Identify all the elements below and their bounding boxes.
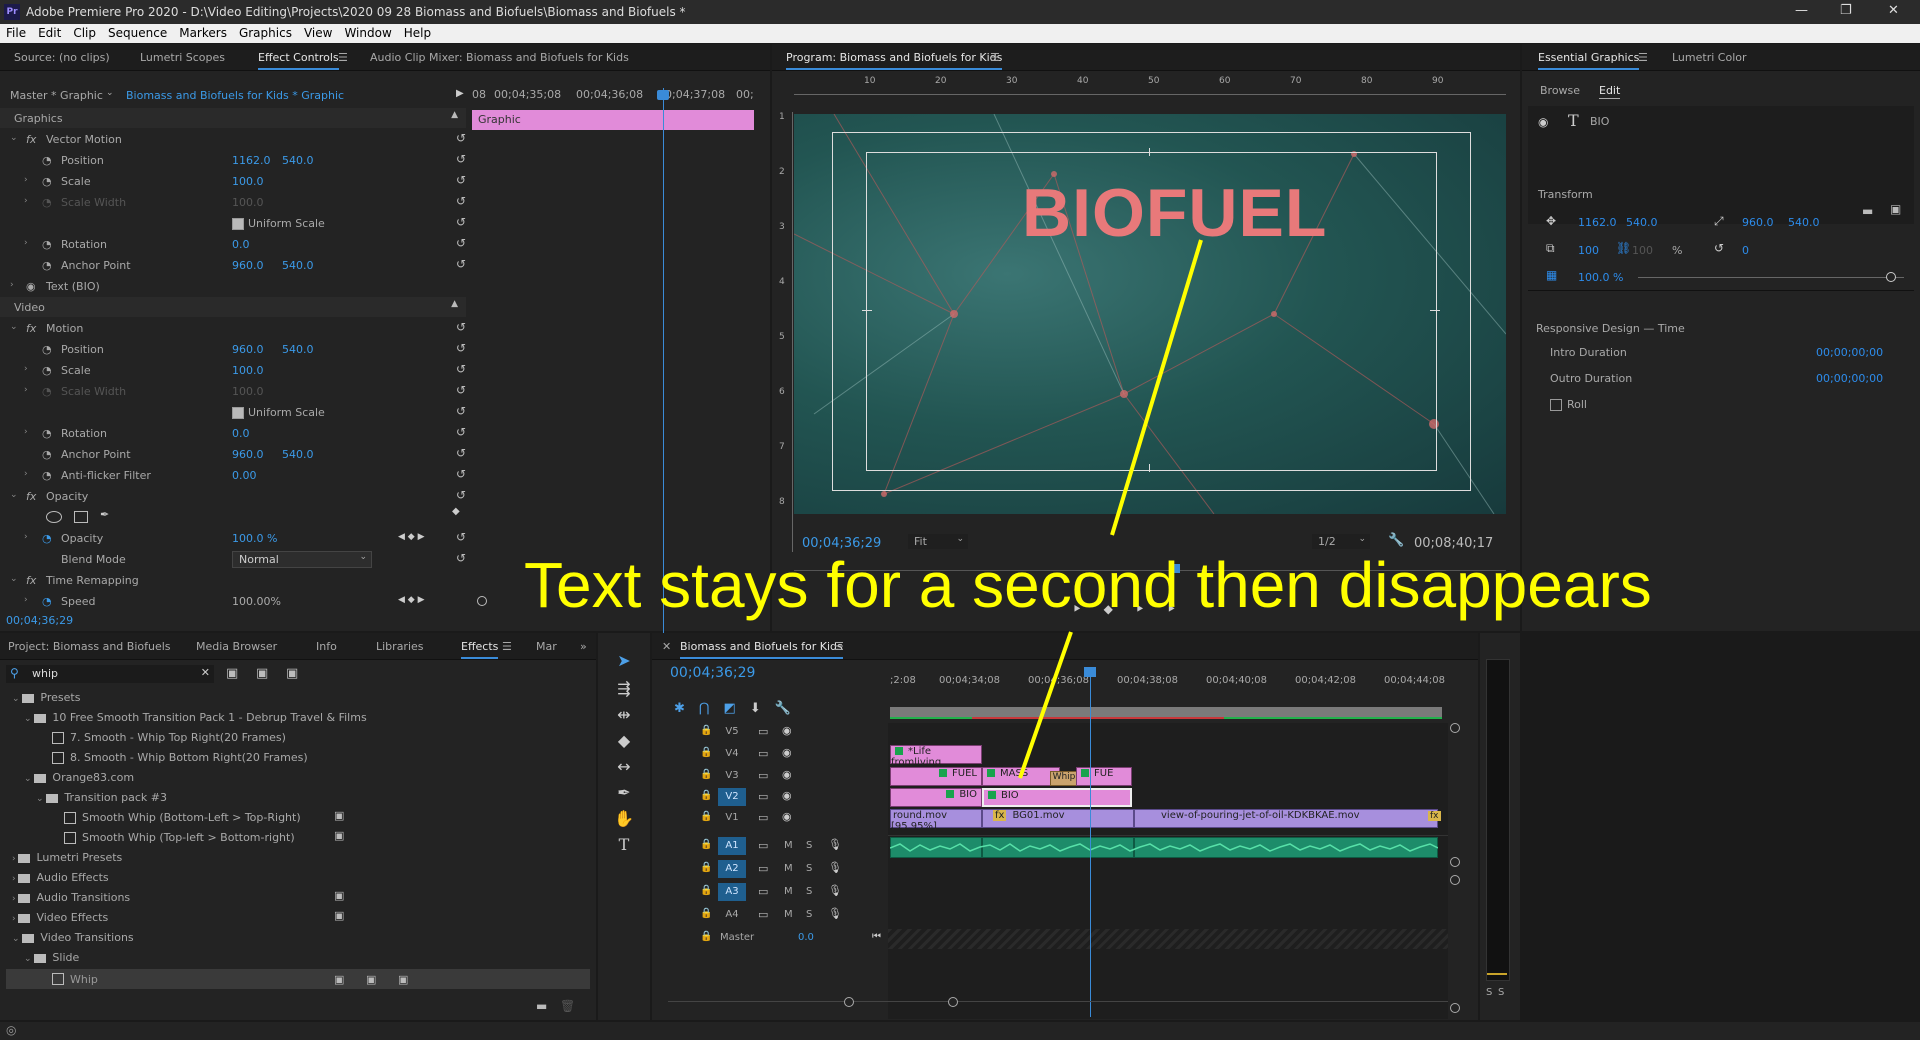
annotation-text: Text stays for a second then disappears xyxy=(524,549,1652,621)
annotation-arrows xyxy=(1018,239,1203,779)
